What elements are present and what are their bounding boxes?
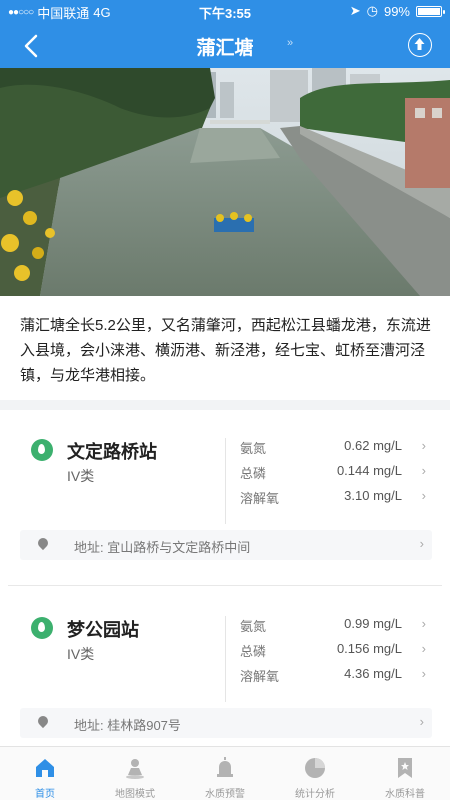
page-title: 蒲汇塘 — [196, 38, 254, 59]
top-bar: ●●○○○ 中国联通 4G 下午3:55 ➤ ◷ 99% 蒲汇塘 » — [0, 0, 450, 68]
chevron-right-icon: › — [421, 463, 426, 478]
measurement-value: 4.36 mg/L — [344, 666, 402, 681]
chevron-right-icon: › — [419, 714, 424, 729]
pie-chart-icon — [305, 758, 325, 778]
water-quality-class: IV类 — [67, 468, 95, 484]
measurement-label: 总磷 — [240, 644, 267, 659]
battery-icon — [416, 5, 445, 17]
water-quality-class: IV类 — [67, 646, 95, 662]
battery-label: 99% — [383, 3, 410, 19]
water-drop-icon — [31, 439, 53, 461]
measurement-value: 0.144 mg/L — [336, 463, 402, 478]
measurement-label: 氨氮 — [240, 441, 267, 456]
measurement-label: 氨氮 — [240, 619, 267, 634]
card-divider — [8, 585, 442, 586]
location-icon: ➤ — [349, 3, 361, 18]
measurement-row[interactable]: 溶解氧 4.36 mg/L › — [240, 666, 430, 686]
station-address[interactable]: 地址: 宜山路桥与文定路桥中间 › — [20, 530, 432, 560]
tab-statistics[interactable]: 统计分析 — [270, 747, 360, 800]
measurement-value: 0.99 mg/L — [344, 616, 402, 631]
chevron-right-icon: › — [421, 438, 426, 453]
location-pin-icon — [35, 713, 51, 729]
divider-vertical — [225, 616, 226, 702]
river-photo — [0, 68, 450, 296]
measurement-row[interactable]: 总磷 0.156 mg/L › — [240, 641, 430, 661]
chevron-right-icon: › — [421, 641, 426, 656]
tab-map-mode[interactable]: 地图模式 — [90, 747, 180, 800]
alarm-clock-icon: ◷ — [366, 3, 378, 18]
nav-bar: 蒲汇塘 » — [0, 22, 450, 68]
measurement-label: 溶解氧 — [240, 669, 280, 684]
tab-science[interactable]: 水质科普 — [360, 747, 450, 800]
tab-label: 水质科普 — [385, 789, 425, 800]
chevron-right-icon: › — [419, 536, 424, 551]
location-pin-icon — [35, 535, 51, 551]
tab-alerts[interactable]: 水质预警 — [180, 747, 270, 800]
measurement-label: 溶解氧 — [240, 491, 280, 506]
measurement-row[interactable]: 溶解氧 3.10 mg/L › — [240, 488, 430, 508]
measurement-row[interactable]: 氨氮 0.62 mg/L › — [240, 438, 430, 458]
tab-label: 首页 — [35, 789, 55, 800]
status-bar: ●●○○○ 中国联通 4G 下午3:55 ➤ ◷ 99% — [0, 0, 450, 22]
chevron-right-icon: › — [421, 488, 426, 503]
river-description: 蒲汇塘全长5.2公里，又名蒲肇河，西起松江县蟠龙港，东流进入县境，会小涞港、横沥… — [20, 317, 431, 384]
section-separator — [0, 400, 450, 410]
measurement-value: 0.62 mg/L — [344, 438, 402, 453]
station-address[interactable]: 地址: 桂林路907号 › — [20, 708, 432, 738]
tab-home[interactable]: 首页 — [0, 747, 90, 800]
upload-icon[interactable] — [408, 33, 432, 57]
measurement-row[interactable]: 氨氮 0.99 mg/L › — [240, 616, 430, 636]
bookmark-icon — [398, 758, 412, 778]
address-text: 地址: 桂林路907号 — [74, 718, 181, 733]
address-text: 地址: 宜山路桥与文定路桥中间 — [74, 540, 251, 555]
map-person-icon — [126, 759, 144, 779]
title-hint-icon: » — [287, 37, 294, 49]
measurement-value: 3.10 mg/L — [344, 488, 402, 503]
chevron-right-icon: › — [421, 666, 426, 681]
tab-label: 水质预警 — [205, 789, 245, 800]
divider-vertical — [225, 438, 226, 524]
measurement-label: 总磷 — [240, 466, 267, 481]
tab-label: 地图模式 — [115, 789, 155, 800]
bottom-tab-bar: 首页 地图模式 水质预警 统计分析 水质科普 — [0, 746, 450, 800]
home-icon — [36, 759, 54, 777]
tab-label: 统计分析 — [295, 789, 335, 800]
measurement-value: 0.156 mg/L — [336, 641, 402, 656]
station-name: 梦公园站 — [67, 620, 139, 640]
station-name: 文定路桥站 — [67, 442, 157, 462]
measurement-row[interactable]: 总磷 0.144 mg/L › — [240, 463, 430, 483]
chevron-right-icon: › — [421, 616, 426, 631]
water-drop-icon — [31, 617, 53, 639]
alarm-icon — [217, 757, 233, 777]
